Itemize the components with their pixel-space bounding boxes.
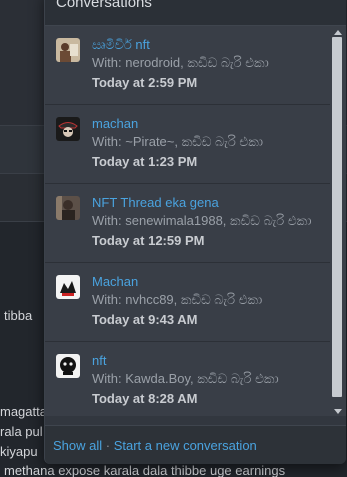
footer-links: Show all · Start a new conversation	[53, 438, 257, 453]
scrollbar-thumb[interactable]	[332, 37, 342, 397]
conversation-time: Today at 12:59 PM	[92, 233, 205, 248]
background-text: tibba	[4, 308, 33, 323]
logo-avatar-icon[interactable]	[56, 275, 80, 299]
conversation-item[interactable]: Machan With: nvhcc89, කඩිඩ බැරි එකා Toda…	[45, 263, 330, 342]
pirate-avatar-icon[interactable]	[56, 117, 80, 141]
conversation-item[interactable]: ඍමිවිර් nft With: nerodroid, කඩිඩ බැරි එ…	[45, 26, 330, 105]
conversation-time: Today at 8:28 AM	[92, 391, 198, 406]
conversation-title[interactable]: NFT Thread eka gena	[92, 195, 219, 210]
scroll-up-arrow-icon[interactable]	[334, 30, 342, 35]
start-new-conversation-link[interactable]: Start a new conversation	[114, 438, 257, 453]
popup-title: Conversations	[56, 0, 152, 11]
show-all-link[interactable]: Show all	[53, 438, 102, 453]
conversation-participants: With: ~Pirate~, කඩිඩ බැරි එකා	[92, 134, 264, 149]
conversation-title[interactable]: nft	[92, 353, 106, 368]
page: tibba magatta, rala pul kiyapu methana e…	[0, 0, 347, 477]
user-avatar-icon[interactable]	[56, 196, 80, 220]
conversation-title[interactable]: ඍමිවිර් nft	[92, 37, 150, 53]
conversations-popup: Conversations ඍමිවිර් nft With: nerodroi…	[44, 0, 346, 464]
background-text: kiyapu	[0, 444, 38, 459]
conversation-participants: With: senewimala1988, කඩිඩ බැරි එකා	[92, 213, 312, 228]
conversation-item[interactable]: nft With: Kawda.Boy, කඩිඩ බැරි එකා Today…	[45, 342, 330, 416]
conversation-item[interactable]: machan With: ~Pirate~, කඩිඩ බැරි එකා Tod…	[45, 105, 330, 184]
conversation-participants: With: nvhcc89, කඩිඩ බැරි එකා	[92, 292, 263, 307]
conversation-time: Today at 9:43 AM	[92, 312, 198, 327]
popup-footer: Show all · Start a new conversation	[45, 425, 346, 464]
conversation-list: ඍමිවිර් nft With: nerodroid, කඩිඩ බැරි එ…	[45, 26, 330, 416]
background-text: methana expose karala dala thibbe uge ea…	[4, 463, 286, 477]
conversation-participants: With: Kawda.Boy, කඩිඩ බැරි එකා	[92, 371, 279, 386]
conversation-item[interactable]: NFT Thread eka gena With: senewimala1988…	[45, 184, 330, 263]
user-avatar-icon[interactable]	[56, 38, 80, 62]
conversation-title[interactable]: machan	[92, 116, 138, 131]
background-text: magatta,	[0, 404, 51, 419]
scroll-down-arrow-icon[interactable]	[334, 409, 342, 414]
conversation-participants: With: nerodroid, කඩිඩ බැරි එකා	[92, 55, 269, 70]
background-text: rala pul	[0, 424, 43, 439]
popup-header: Conversations	[45, 0, 346, 26]
conversation-title[interactable]: Machan	[92, 274, 138, 289]
conversation-time: Today at 1:23 PM	[92, 154, 198, 169]
conversation-time: Today at 2:59 PM	[92, 75, 198, 90]
footer-separator: ·	[102, 438, 114, 453]
logo-avatar-icon[interactable]	[56, 354, 80, 378]
